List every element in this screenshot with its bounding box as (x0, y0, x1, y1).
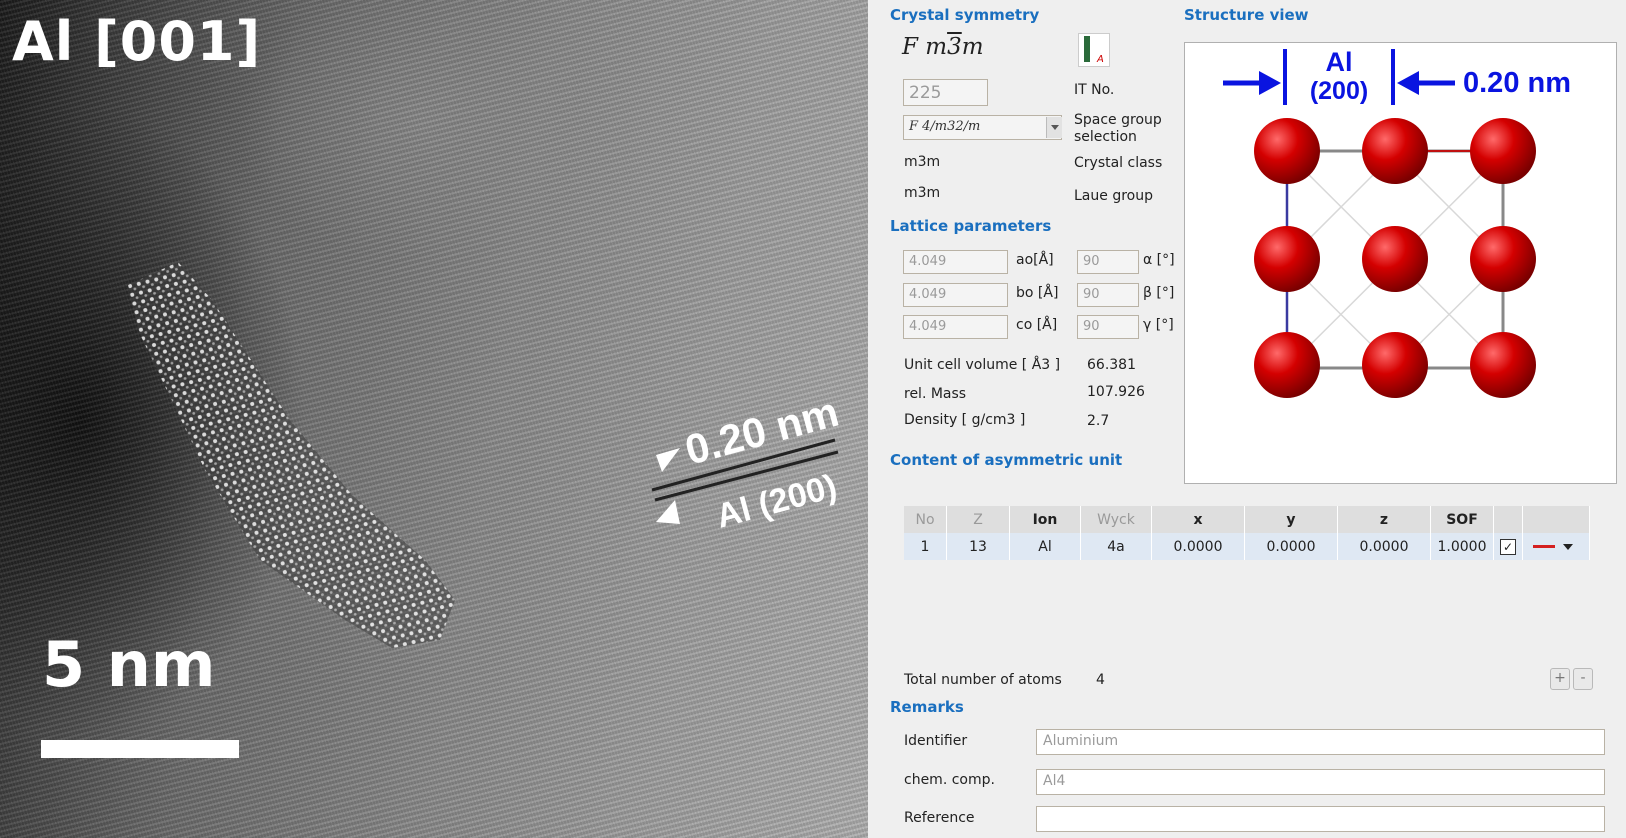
gamma-label: γ [°] (1143, 317, 1174, 333)
atom (1362, 118, 1428, 184)
structure-spacing-label: 0.20 nm (1463, 67, 1571, 99)
scale-bar (41, 740, 239, 758)
b-label: bo [Å] (1016, 285, 1059, 301)
col-z-coord[interactable]: z (1337, 506, 1431, 533)
it-number-field[interactable]: 225 (903, 79, 988, 106)
reference-field[interactable] (1036, 806, 1605, 832)
cell-x[interactable]: 0.0000 (1151, 533, 1245, 560)
reference-label: Reference (904, 810, 975, 826)
atom (1362, 332, 1428, 398)
volume-label: Unit cell volume [ Å3 ] (904, 357, 1061, 373)
col-x[interactable]: x (1151, 506, 1245, 533)
atom (1254, 118, 1320, 184)
total-atoms-label: Total number of atoms (904, 672, 1062, 688)
structure-view-canvas[interactable]: Al (200) 0.20 nm (1184, 42, 1617, 484)
laue-group-value: m3m (904, 185, 941, 201)
spacing-arrow-bottom (656, 500, 680, 524)
remarks-heading: Remarks (890, 698, 964, 716)
spacing-arrow-top (656, 448, 680, 472)
add-atom-button[interactable]: + (1550, 668, 1570, 690)
cell-visible: ✓ (1493, 533, 1523, 560)
c-label: co [Å] (1016, 317, 1058, 333)
a-label: ao[Å] (1016, 252, 1054, 268)
precipitate-region (128, 262, 455, 648)
arrow-right-head (1397, 71, 1419, 95)
cell-color (1522, 533, 1590, 560)
crystal-symmetry-heading: Crystal symmetry (890, 6, 1040, 24)
table-header-row: No Z Ion Wyck x y z SOF (904, 506, 1590, 533)
image-title: Al [001] (12, 10, 262, 73)
structure-element-label: Al (1326, 47, 1353, 77)
identifier-label: Identifier (904, 733, 968, 749)
tem-image: 0.20 nm Al (200) Al [001] 5 nm (0, 0, 868, 838)
chevron-down-icon[interactable] (1046, 117, 1062, 138)
gamma-field[interactable]: 90 (1077, 315, 1139, 339)
a-field[interactable]: 4.049 (903, 250, 1008, 274)
atom-color-swatch (1533, 545, 1555, 548)
cell-z-coord[interactable]: 0.0000 (1337, 533, 1431, 560)
space-group-select[interactable]: F 4/m32/m (903, 115, 1062, 140)
cell-ion: Al (1009, 533, 1081, 560)
unit-cell-drawing: Al (200) 0.20 nm (1223, 47, 1571, 398)
atom (1470, 332, 1536, 398)
cell-y[interactable]: 0.0000 (1244, 533, 1338, 560)
space-group-symbol: F m3m (902, 34, 984, 60)
crystal-class-value: m3m (904, 154, 941, 170)
cell-sof[interactable]: 1.0000 (1430, 533, 1494, 560)
atom (1254, 226, 1320, 292)
atom (1470, 226, 1536, 292)
table-row[interactable]: 1 13 Al 4a 0.0000 0.0000 0.0000 1.0000 ✓ (904, 533, 1590, 560)
col-no[interactable]: No (904, 506, 947, 533)
col-wyck[interactable]: Wyck (1080, 506, 1152, 533)
atom (1470, 118, 1536, 184)
col-color (1522, 506, 1590, 533)
lattice-parameters-heading: Lattice parameters (890, 217, 1052, 235)
c-field[interactable]: 4.049 (903, 315, 1008, 339)
atom (1254, 332, 1320, 398)
col-ion[interactable]: Ion (1009, 506, 1081, 533)
col-sof[interactable]: SOF (1430, 506, 1494, 533)
color-dropdown-icon[interactable] (1563, 543, 1573, 550)
scale-bar-label: 5 nm (42, 628, 216, 701)
cell-no: 1 (904, 533, 947, 560)
plane-label: Al (200) (712, 467, 840, 535)
laue-group-label: Laue group (1074, 188, 1153, 204)
it-number-label: IT No. (1074, 82, 1115, 98)
chem-comp-field[interactable]: Al4 (1036, 769, 1605, 795)
chem-comp-label: chem. comp. (904, 772, 995, 788)
mass-value: 107.926 (1087, 384, 1145, 400)
space-group-select-value: F 4/m32/m (909, 119, 981, 134)
space-group-diagram-icon[interactable]: A (1078, 33, 1110, 67)
structure-plane-label: (200) (1310, 77, 1368, 105)
beta-field[interactable]: 90 (1077, 283, 1139, 307)
alpha-label: α [°] (1143, 252, 1175, 268)
col-z[interactable]: Z (946, 506, 1010, 533)
atom (1362, 226, 1428, 292)
volume-value: 66.381 (1087, 357, 1136, 373)
tem-overlay: 0.20 nm Al (200) (128, 262, 843, 648)
asymmetric-unit-heading: Content of asymmetric unit (890, 451, 1123, 469)
crystal-class-label: Crystal class (1074, 155, 1163, 171)
structure-view-heading: Structure view (1184, 6, 1309, 24)
density-label: Density [ g/cm3 ] (904, 412, 1026, 428)
asymmetric-unit-table: No Z Ion Wyck x y z SOF 1 13 Al 4a 0.000… (904, 506, 1590, 560)
arrow-left-head (1259, 71, 1281, 95)
total-atoms-value: 4 (1096, 672, 1105, 688)
visible-checkbox[interactable]: ✓ (1500, 538, 1516, 555)
col-y[interactable]: y (1244, 506, 1338, 533)
mass-label: rel. Mass (904, 386, 967, 402)
remove-atom-button[interactable]: - (1573, 668, 1593, 690)
alpha-field[interactable]: 90 (1077, 250, 1139, 274)
identifier-field[interactable]: Aluminium (1036, 729, 1605, 755)
atoms (1254, 118, 1536, 398)
beta-label: β [°] (1143, 285, 1175, 301)
col-visible (1493, 506, 1523, 533)
cell-z: 13 (946, 533, 1010, 560)
b-field[interactable]: 4.049 (903, 283, 1008, 307)
space-group-selection-label: Space group selection (1074, 112, 1162, 145)
cell-wyck: 4a (1080, 533, 1152, 560)
density-value: 2.7 (1087, 413, 1110, 429)
